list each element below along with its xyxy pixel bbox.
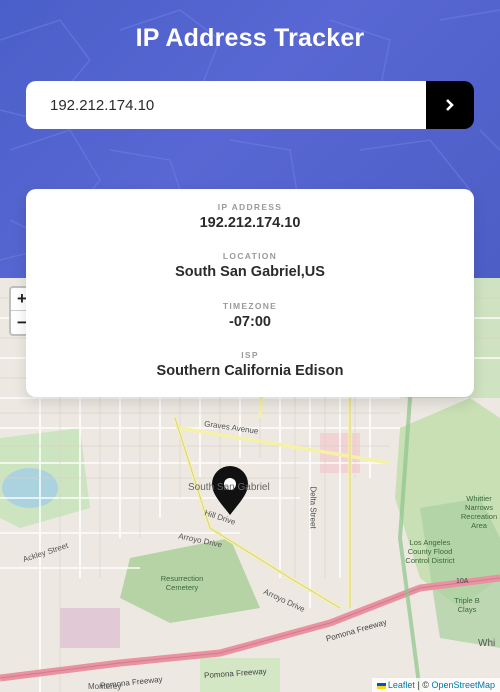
location-label: LOCATION: [222, 251, 278, 261]
map-attribution: Leaflet | © OpenStreetMap: [371, 678, 500, 692]
page-title: IP Address Tracker: [135, 24, 365, 52]
map-label: Delta Street: [308, 486, 318, 529]
leaflet-link[interactable]: Leaflet: [388, 680, 415, 690]
search-submit-button[interactable]: [426, 81, 474, 129]
isp-label: ISP: [241, 350, 259, 360]
attribution-separator: | ©: [417, 680, 429, 690]
chevron-right-icon: [446, 99, 454, 111]
map-label: Whittier Narrows Recreation Area: [460, 494, 498, 530]
map-label: Triple B Clays: [454, 596, 480, 614]
ip-address-value: 192.212.174.10: [199, 215, 301, 231]
ip-search-input[interactable]: [26, 81, 426, 129]
ip-info-card: IP ADDRESS 192.212.174.10 LOCATION South…: [26, 189, 474, 397]
map-label: 10A: [456, 578, 469, 585]
osm-link[interactable]: OpenStreetMap: [431, 680, 495, 690]
map-label: Monterey: [88, 682, 122, 691]
isp-value: Southern California Edison: [156, 363, 344, 379]
map-label: Whi: [478, 638, 496, 649]
timezone-value: -07:00: [229, 314, 271, 330]
map-label: Los Angeles County Flood Control Distric…: [405, 538, 455, 565]
map-label: South San Gabriel: [188, 482, 270, 493]
map-label: Resurrection Cemetery: [160, 574, 204, 592]
ip-search-form: [26, 81, 474, 129]
location-value: South San Gabriel,US: [175, 264, 325, 280]
timezone-label: TIMEZONE: [222, 301, 278, 311]
ip-address-label: IP ADDRESS: [217, 202, 283, 212]
ukraine-flag-icon: [376, 682, 386, 689]
